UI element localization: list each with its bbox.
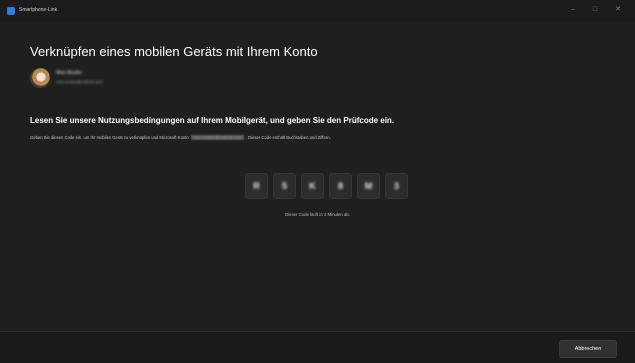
close-button[interactable]: ✕ — [611, 4, 625, 16]
code-character: 5 — [273, 173, 296, 199]
code-character: R — [245, 173, 268, 199]
smartphone-link-app-icon — [7, 7, 15, 15]
instructions-heading: Lesen Sie unsere Nutzungsbedingungen auf… — [30, 116, 395, 125]
code-character: 3 — [385, 173, 408, 199]
account-info: Max Muster max.muster@outlook.com — [30, 68, 230, 90]
code-expiry-note: Dieser Code läuft in 3 Minuten ab. — [285, 212, 350, 217]
code-character: 8 — [329, 173, 352, 199]
window-title: Smartphone-Link — [19, 7, 58, 13]
account-email: max.muster@outlook.com — [56, 79, 103, 84]
instructions-text-part1: Geben Sie diesen Code ein, um Ihr mobile… — [30, 135, 189, 140]
instructions-text-part2: . Dieser Code enthält Buchstaben und Zif… — [245, 135, 331, 140]
verification-code: R 5 K 8 M 3 — [245, 173, 408, 199]
page-title: Verknüpfen eines mobilen Geräts mit Ihre… — [30, 44, 318, 59]
code-character: M — [357, 173, 380, 199]
account-name: Max Muster — [56, 70, 83, 76]
instructions-text: Geben Sie diesen Code ein, um Ihr mobile… — [30, 135, 331, 140]
redacted-account-email: max.muster@outlook.com — [190, 135, 244, 140]
code-character: K — [301, 173, 324, 199]
title-bar: Smartphone-Link – □ ✕ — [0, 0, 635, 22]
maximize-button[interactable]: □ — [588, 4, 602, 16]
minimize-button[interactable]: – — [566, 4, 580, 16]
avatar — [30, 68, 50, 88]
cancel-button[interactable]: Abbrechen — [559, 340, 617, 358]
footer-bar: Abbrechen — [0, 331, 635, 363]
